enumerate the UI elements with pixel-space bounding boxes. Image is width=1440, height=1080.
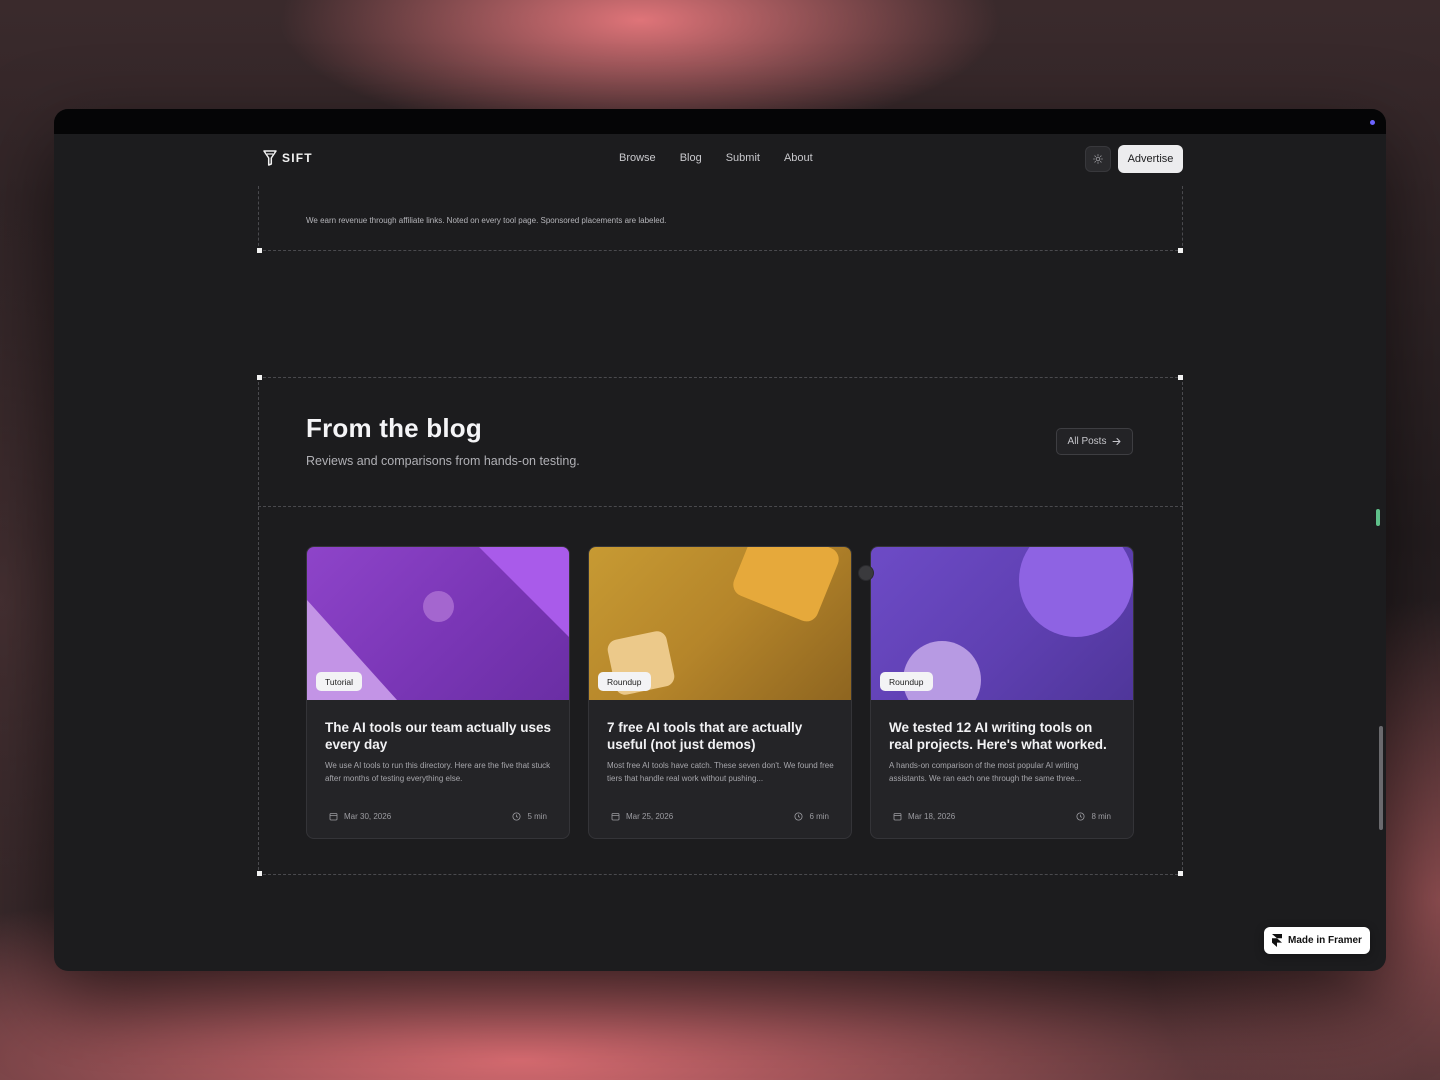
nav-link-about[interactable]: About <box>784 152 813 164</box>
card-date-text: Mar 25, 2026 <box>626 812 674 821</box>
card-read-time: 8 min <box>1076 812 1111 821</box>
clock-icon <box>794 812 803 821</box>
main-nav: Browse Blog Submit About <box>619 152 813 164</box>
frame-handle <box>1178 375 1183 380</box>
card-meta: Mar 25, 2026 6 min <box>611 812 829 821</box>
site-logo[interactable]: Sift <box>263 150 313 166</box>
card-title: We tested 12 AI writing tools on real pr… <box>889 720 1107 752</box>
nav-link-blog[interactable]: Blog <box>680 152 702 164</box>
card-category-badge: Roundup <box>598 672 651 691</box>
card-read-time-text: 5 min <box>527 812 547 821</box>
clock-icon <box>1076 812 1085 821</box>
card-title: The AI tools our team actually uses ever… <box>325 720 552 752</box>
logo-text: Sift <box>282 151 313 165</box>
card-excerpt: We use AI tools to run this directory. H… <box>325 761 551 783</box>
arrow-right-icon <box>1112 438 1121 445</box>
framer-badge-text: Made in Framer <box>1288 935 1362 946</box>
browser-top-bar <box>54 109 1386 134</box>
card-excerpt: A hands-on comparison of the most popula… <box>889 761 1082 783</box>
calendar-icon <box>329 813 338 821</box>
affiliate-disclosure: We earn revenue through affiliate links.… <box>306 216 667 225</box>
card-read-time: 5 min <box>512 812 547 821</box>
calendar-icon <box>893 813 902 821</box>
advertise-button[interactable]: Advertise <box>1118 145 1183 173</box>
card-date: Mar 30, 2026 <box>329 812 391 821</box>
calendar-icon <box>611 813 620 821</box>
blog-card[interactable]: Roundup 7 free AI tools that are actuall… <box>588 546 852 839</box>
frame-handle <box>257 871 262 876</box>
nav-link-submit[interactable]: Submit <box>726 152 760 164</box>
all-posts-label: All Posts <box>1067 436 1107 447</box>
cursor-indicator <box>858 565 874 581</box>
card-category-badge: Roundup <box>880 672 933 691</box>
frame-handle <box>1178 871 1183 876</box>
card-title: 7 free AI tools that are actually useful… <box>607 720 803 752</box>
card-cover-image: Tutorial <box>307 547 569 700</box>
card-category-badge: Tutorial <box>316 672 363 691</box>
side-indicator <box>1376 509 1380 526</box>
frame-handle <box>257 248 262 253</box>
card-date: Mar 25, 2026 <box>611 812 673 821</box>
scrollbar-thumb[interactable] <box>1379 726 1383 830</box>
theme-toggle-button[interactable] <box>1085 146 1111 172</box>
blog-header-divider <box>258 506 1183 507</box>
card-date-text: Mar 30, 2026 <box>344 812 392 821</box>
made-in-framer-badge[interactable]: Made in Framer <box>1264 927 1370 954</box>
browser-window: Sift Browse Blog Submit About Advertise … <box>54 109 1386 971</box>
all-posts-button[interactable]: All Posts <box>1056 428 1133 455</box>
status-dot <box>1370 120 1375 125</box>
blog-card[interactable]: Tutorial The AI tools our team actually … <box>306 546 570 839</box>
blog-section-subtitle: Reviews and comparisons from hands-on te… <box>306 454 580 468</box>
logo-funnel-icon <box>263 150 277 166</box>
framer-logo-icon <box>1272 934 1283 947</box>
card-meta: Mar 18, 2026 8 min <box>893 812 1111 821</box>
blog-card[interactable]: Roundup We tested 12 AI writing tools on… <box>870 546 1134 839</box>
frame-handle <box>257 375 262 380</box>
card-excerpt: Most free AI tools have catch. These sev… <box>607 761 834 783</box>
sun-icon <box>1093 154 1103 164</box>
card-meta: Mar 30, 2026 5 min <box>329 812 547 821</box>
card-read-time-text: 6 min <box>809 812 829 821</box>
site-header: Sift Browse Blog Submit About Advertise <box>54 134 1386 186</box>
card-date-text: Mar 18, 2026 <box>908 812 956 821</box>
card-cover-image: Roundup <box>589 547 851 700</box>
frame-handle <box>1178 248 1183 253</box>
card-date: Mar 18, 2026 <box>893 812 955 821</box>
card-read-time: 6 min <box>794 812 829 821</box>
blog-section-title: From the blog <box>306 413 482 443</box>
clock-icon <box>512 812 521 821</box>
nav-link-browse[interactable]: Browse <box>619 152 656 164</box>
card-read-time-text: 8 min <box>1091 812 1111 821</box>
card-cover-image: Roundup <box>871 547 1133 700</box>
